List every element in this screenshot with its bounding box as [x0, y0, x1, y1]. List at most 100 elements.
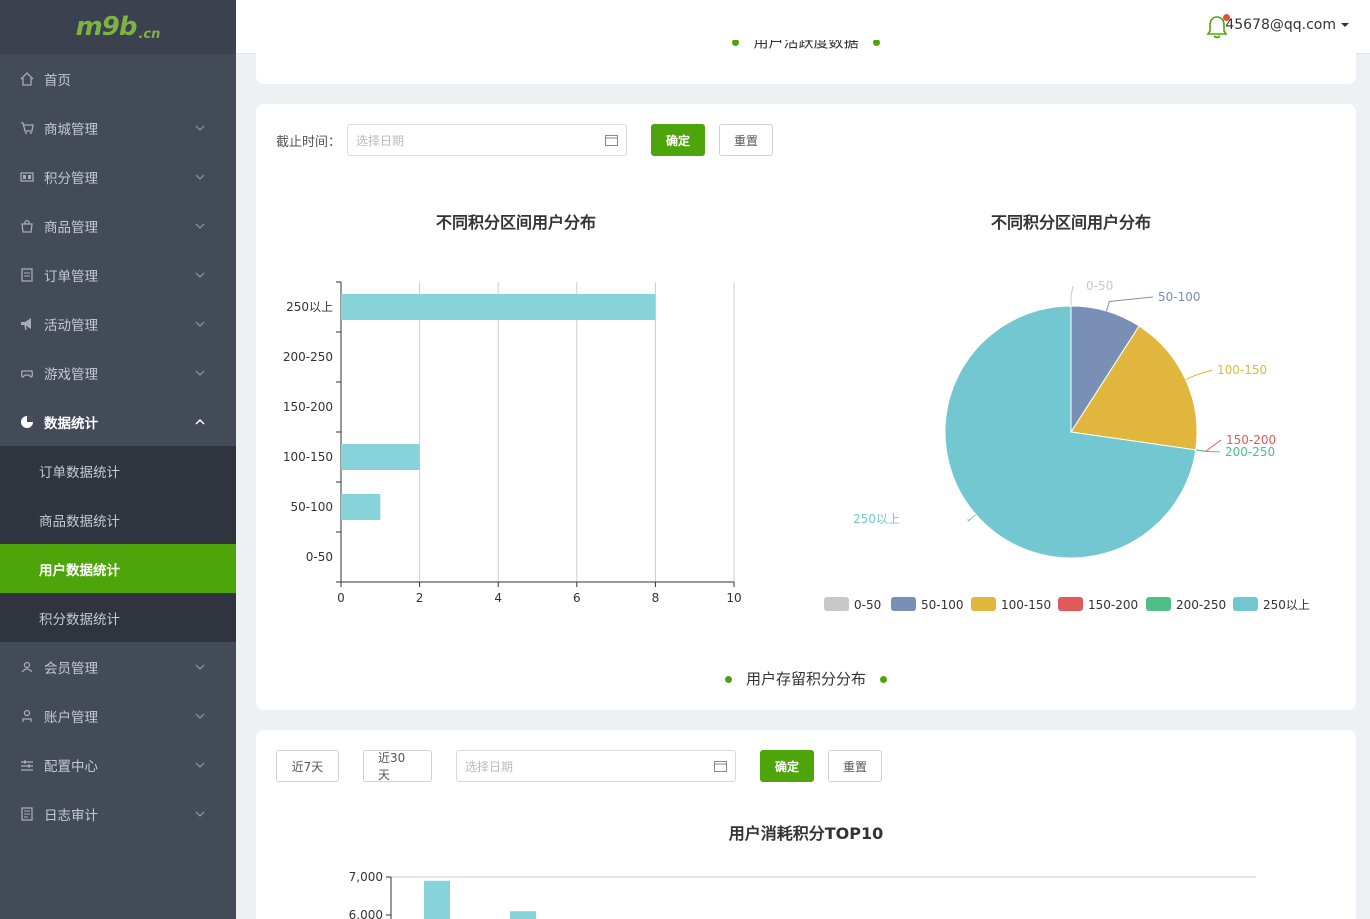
confirm-button[interactable]: 确定 — [760, 750, 815, 782]
x-tick-label: 6 — [573, 591, 581, 605]
section-title-text: 用户活跃度数据 — [753, 40, 859, 51]
chevron-down-icon — [194, 759, 206, 771]
pie-label-line — [1070, 285, 1074, 306]
sidebar-item-label: 活动管理 — [44, 317, 98, 334]
sidebar-item-11[interactable]: 配置中心 — [0, 740, 236, 789]
order-icon — [20, 267, 34, 282]
legend-item-200-250[interactable]: 200-250 — [1146, 597, 1226, 612]
sidebar-subitem-2[interactable]: 商品数据统计 — [0, 495, 236, 544]
legend-item-250以上[interactable]: 250以上 — [1233, 597, 1310, 612]
last-30-days-button[interactable]: 近30天 — [363, 750, 432, 782]
pie-label: 200-250 — [1225, 445, 1275, 459]
reset-button[interactable]: 重置 — [828, 750, 883, 782]
legend-swatch — [891, 597, 916, 611]
bar-100-150[interactable] — [341, 444, 420, 470]
legend-item-150-200[interactable]: 150-200 — [1058, 597, 1138, 612]
filter-row-cutoff: 截止时间： 选择日期 确定 重置 — [276, 124, 774, 156]
sidebar-subitem-3[interactable]: 用户数据统计 — [0, 544, 236, 593]
sidebar-subitem-1[interactable]: 订单数据统计 — [0, 446, 236, 495]
sidebar-item-label: 商城管理 — [44, 121, 98, 138]
pie-chart-title: 不同积分区间用户分布 — [990, 213, 1151, 232]
user-activity-card: 用户活跃度数据 — [256, 40, 1356, 84]
y-tick-label: 150-200 — [283, 400, 333, 414]
megaphone-icon — [20, 317, 34, 331]
legend-label: 100-150 — [1001, 598, 1051, 612]
top10-bar[interactable] — [424, 880, 450, 919]
date-picker-range[interactable]: 选择日期 — [456, 750, 736, 782]
top10-chart-title: 用户消耗积分TOP10 — [728, 824, 884, 843]
sidebar-item-4[interactable]: 商品管理 — [0, 201, 236, 250]
sidebar-item-10[interactable]: 账户管理 — [0, 691, 236, 740]
date-placeholder: 选择日期 — [465, 759, 514, 774]
x-tick-label: 2 — [416, 591, 424, 605]
cutoff-label: 截止时间： — [276, 134, 342, 150]
sidebar-item-1[interactable]: 首页 — [0, 54, 236, 103]
confirm-button[interactable]: 确定 — [651, 124, 706, 156]
section-title-retained: 用户存留积分分布 — [256, 668, 1356, 689]
sidebar-item-label: 订单管理 — [44, 268, 98, 285]
top10-bar[interactable] — [510, 911, 536, 919]
sidebar-item-6[interactable]: 活动管理 — [0, 299, 236, 348]
sidebar-item-8[interactable]: 数据统计 — [0, 397, 236, 446]
x-tick-label: 8 — [652, 591, 660, 605]
points-distribution-card: 截止时间： 选择日期 确定 重置 不同积分区间用户分布 不同积分区间用户分布 0… — [256, 104, 1356, 710]
legend-item-50-100[interactable]: 50-100 — [891, 597, 964, 612]
bar-50-100[interactable] — [341, 494, 381, 520]
chevron-down-icon — [194, 171, 206, 183]
sidebar-item-label: 首页 — [44, 72, 71, 89]
sidebar-item-12[interactable]: 日志审计 — [0, 789, 236, 838]
pie-icon — [20, 415, 34, 429]
user-menu[interactable]: 45678@qq.com — [1225, 17, 1350, 33]
legend-label: 50-100 — [921, 598, 964, 612]
logo-tld: .cn — [138, 27, 161, 42]
legend-label: 200-250 — [1176, 598, 1226, 612]
sidebar-item-label: 会员管理 — [44, 660, 98, 677]
x-tick-label: 10 — [726, 591, 741, 605]
sidebar-item-label: 积分管理 — [44, 170, 98, 187]
section-title-text: 用户存留积分分布 — [745, 670, 866, 688]
calendar-icon — [714, 761, 727, 772]
x-tick-label: 0 — [337, 591, 345, 605]
gamepad-icon — [20, 366, 34, 380]
legend-item-100-150[interactable]: 100-150 — [971, 597, 1051, 612]
sidebar-item-7[interactable]: 游戏管理 — [0, 348, 236, 397]
home-icon — [20, 71, 34, 86]
chevron-down-icon — [194, 318, 206, 330]
last-7-days-button[interactable]: 近7天 — [276, 750, 339, 782]
legend-swatch — [1146, 597, 1171, 611]
log-icon — [20, 806, 34, 821]
member-icon — [20, 660, 34, 674]
chevron-down-icon — [194, 661, 206, 673]
logo[interactable]: m9b .cn — [76, 12, 161, 42]
date-picker-cutoff[interactable]: 选择日期 — [347, 124, 628, 156]
sidebar-item-9[interactable]: 会员管理 — [0, 642, 236, 691]
sidebar-subitem-4[interactable]: 积分数据统计 — [0, 593, 236, 642]
bar-250以上[interactable] — [341, 294, 656, 320]
sidebar-item-5[interactable]: 订单管理 — [0, 250, 236, 299]
legend-label: 0-50 — [854, 598, 881, 612]
title-dot-right — [880, 676, 887, 683]
legend-item-0-50[interactable]: 0-50 — [824, 597, 881, 612]
sidebar-menu: 首页商城管理积分管理商品管理订单管理活动管理游戏管理数据统计订单数据统计 商品数据… — [0, 54, 236, 838]
sidebar-item-label: 商品管理 — [44, 219, 98, 236]
pie-label-line — [967, 514, 977, 523]
sidebar-item-3[interactable]: 积分管理 — [0, 152, 236, 201]
legend-swatch — [824, 597, 849, 611]
calendar-icon — [605, 135, 619, 146]
bar-chart: 0 2 4 6 8 10 0-50 50-100 100-150 150-200 200-250 25… — [283, 281, 742, 605]
legend-label: 250以上 — [1263, 598, 1310, 612]
reset-button[interactable]: 重置 — [719, 124, 774, 156]
sidebar-item-label: 配置中心 — [44, 758, 98, 775]
filter-row-range: 近7天 近30天 选择日期 确定 重置 — [276, 750, 883, 782]
title-dot-left — [724, 676, 732, 683]
pie-label: 50-100 — [1158, 290, 1201, 304]
sidebar-item-2[interactable]: 商城管理 — [0, 103, 236, 152]
y-tick-label: 100-150 — [283, 450, 333, 464]
y-tick-label: 50-100 — [290, 500, 333, 514]
top10-bar-chart: 7,000 6,000 — [349, 870, 1256, 919]
sidebar-item-label: 数据统计 — [44, 415, 98, 432]
y-tick-label: 7,000 — [349, 870, 383, 884]
legend-swatch — [1058, 597, 1083, 611]
bag-icon — [20, 219, 34, 233]
title-dot-left — [732, 40, 740, 46]
